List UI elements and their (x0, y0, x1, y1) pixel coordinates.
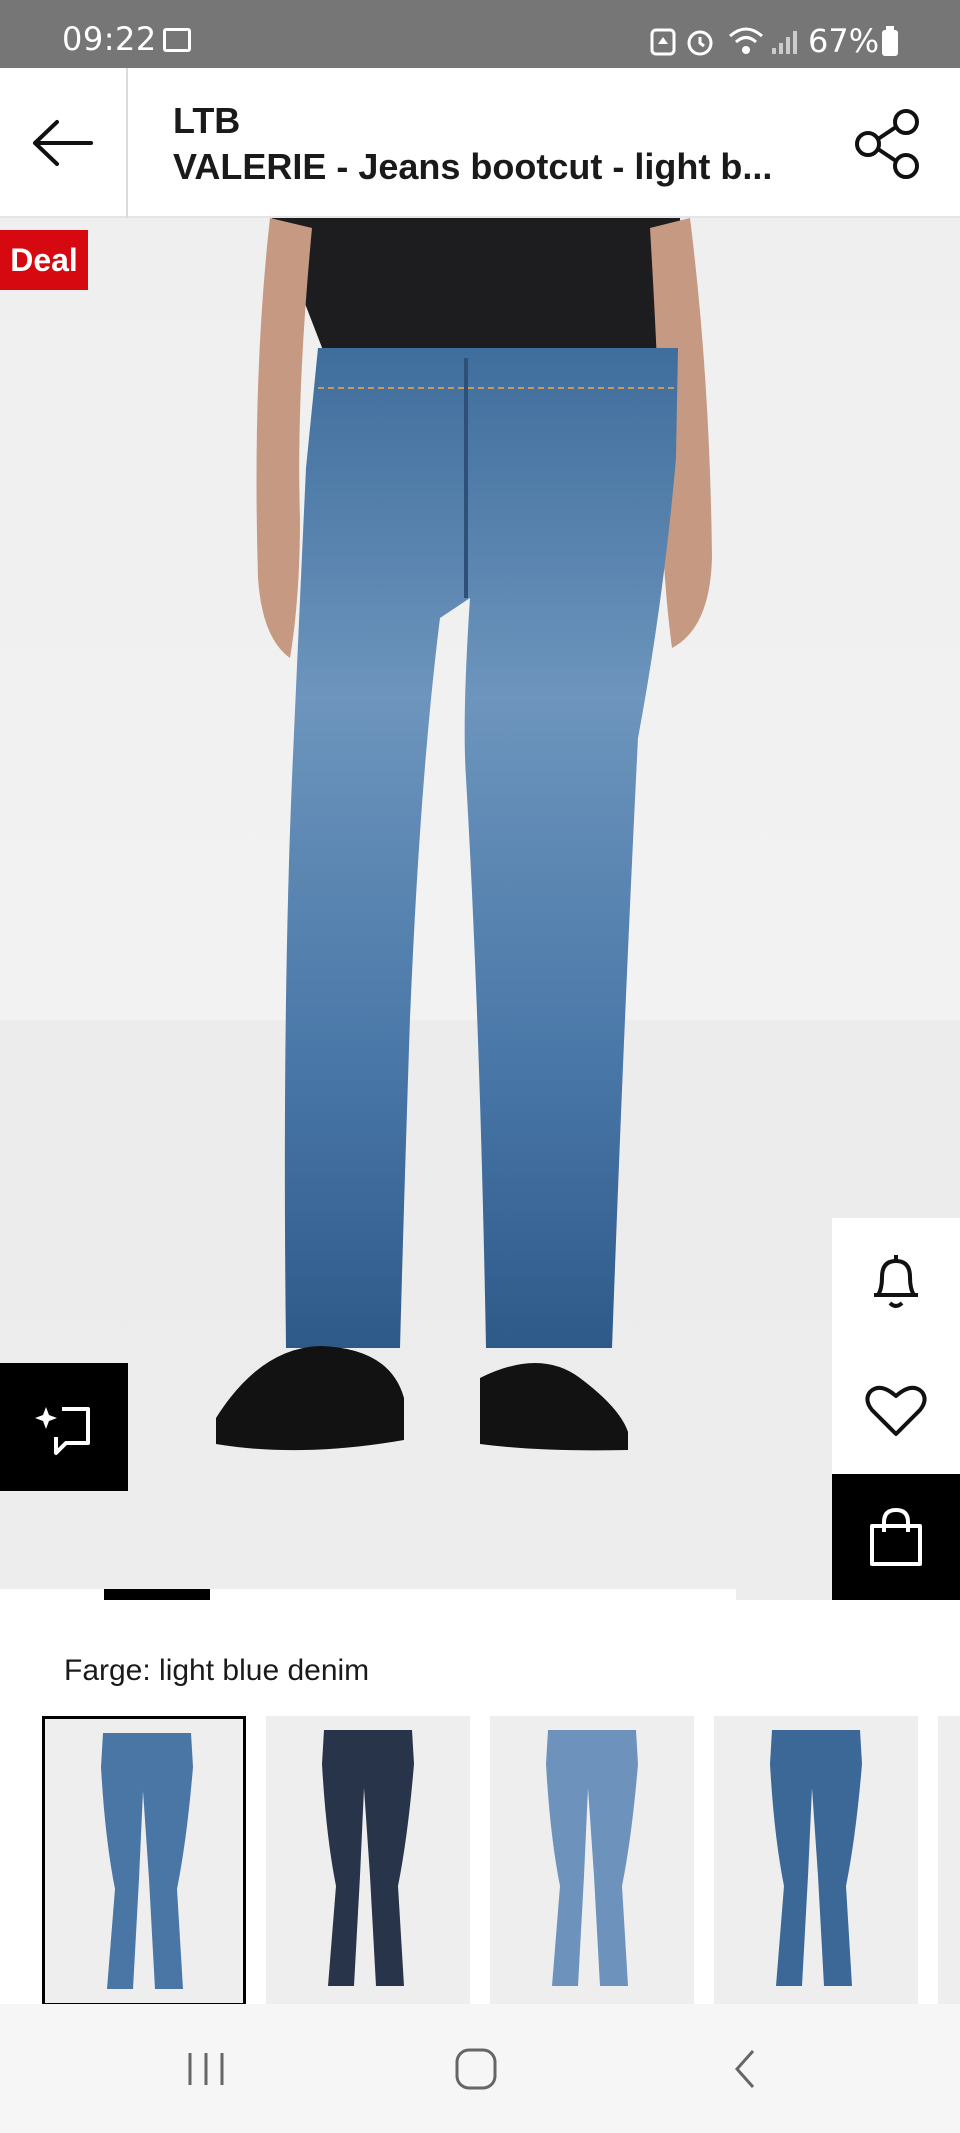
product-header: LTB VALERIE - Jeans bootcut - light b... (0, 68, 960, 218)
gallery-progress-fill (104, 1589, 210, 1600)
battery-percent: 67% (808, 22, 880, 60)
gallery-progress (0, 1589, 736, 1600)
brand-name: LTB (173, 100, 241, 141)
battery-icon (882, 26, 898, 56)
deal-badge: Deal (0, 230, 88, 290)
signal-icon (772, 31, 797, 54)
swatch-jeans-image (322, 1730, 414, 1986)
color-label: Farge: light blue denim (64, 1654, 370, 1687)
nav-home-icon (455, 2048, 497, 2090)
nav-back-button[interactable] (706, 2034, 786, 2104)
product-title: VALERIE - Jeans bootcut - light b... (173, 146, 773, 187)
color-swatch[interactable] (938, 1716, 960, 2006)
share-button[interactable] (852, 108, 924, 180)
recycle-icon (650, 28, 676, 56)
nav-back-icon (734, 2050, 755, 2088)
swatch-jeans-image (770, 1730, 862, 1986)
swatch-jeans-image (101, 1733, 193, 1989)
nav-recents-icon (188, 2053, 224, 2085)
back-arrow-icon (33, 120, 93, 166)
product-photo (216, 218, 712, 1451)
side-actions (832, 1218, 960, 1600)
system-nav-bar (0, 2004, 960, 2133)
bell-icon (874, 1255, 918, 1308)
alarm-icon (687, 30, 713, 56)
wishlist-button[interactable] (832, 1346, 960, 1474)
shopping-bag-icon (870, 1507, 922, 1566)
status-bar: 09:22 67% (0, 0, 960, 68)
ai-sparkle-icon (35, 1407, 90, 1455)
color-swatches (42, 1716, 960, 2006)
color-swatch[interactable] (490, 1716, 694, 2006)
add-to-bag-button[interactable] (832, 1474, 960, 1600)
nav-recents-button[interactable] (166, 2034, 246, 2104)
share-icon (855, 109, 919, 179)
ai-assistant-button[interactable] (0, 1363, 128, 1491)
status-time: 09:22 (62, 20, 157, 58)
back-button[interactable] (0, 68, 128, 218)
color-swatch[interactable] (266, 1716, 470, 2006)
notify-button[interactable] (832, 1218, 960, 1346)
gallery-icon (163, 28, 191, 52)
product-image-gallery[interactable]: Deal (0, 218, 960, 1600)
heart-icon (865, 1385, 927, 1436)
color-swatch[interactable] (714, 1716, 918, 2006)
color-swatch[interactable] (42, 1716, 246, 2006)
wifi-icon (729, 27, 763, 54)
swatch-jeans-image (546, 1730, 638, 1986)
nav-home-button[interactable] (436, 2034, 516, 2104)
